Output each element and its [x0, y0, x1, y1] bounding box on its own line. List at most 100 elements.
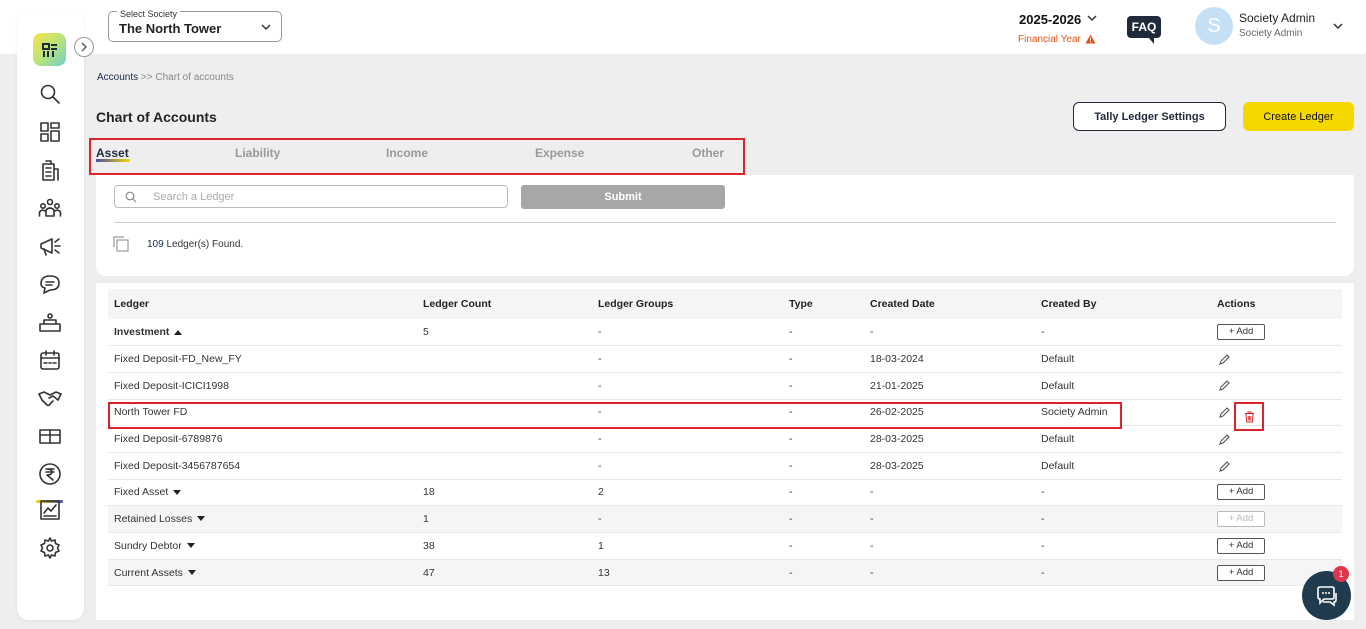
building-icon[interactable] — [37, 157, 62, 182]
created-by: - — [1035, 319, 1211, 347]
sidebar — [17, 13, 84, 620]
column-header: Ledger — [108, 289, 417, 319]
active-tab-indicator — [96, 159, 130, 162]
report-icon[interactable] — [37, 497, 62, 522]
ledger-name: Fixed Deposit-ICICI1998 — [108, 372, 417, 400]
table-row: Fixed Deposit-FD_New_FY - - 18-03-2024 D… — [108, 345, 1342, 373]
edit-icon[interactable] — [1219, 380, 1230, 392]
user-role: Society Admin — [1239, 28, 1303, 39]
chevron-down-icon[interactable] — [1087, 14, 1097, 22]
caret-down-icon[interactable] — [187, 569, 196, 576]
found-text: Ledger(s) Found. — [166, 239, 244, 250]
column-header: Created By — [1035, 289, 1211, 319]
add-button[interactable]: + Add — [1217, 537, 1265, 554]
actions-cell — [1211, 425, 1342, 453]
app-logo-icon[interactable] — [33, 33, 66, 66]
ledger-group-cell[interactable]: Current Assets — [108, 559, 417, 587]
tab-asset[interactable]: Asset — [96, 146, 129, 160]
created-date: - — [864, 479, 1035, 507]
search-icon[interactable] — [37, 81, 62, 106]
society-select-label: Select Society — [117, 9, 181, 19]
members-icon[interactable] — [37, 195, 62, 220]
handshake-icon[interactable] — [37, 385, 62, 410]
trash-icon[interactable] — [1244, 411, 1255, 423]
column-header: Ledger Groups — [592, 289, 783, 319]
announcement-icon[interactable] — [37, 233, 62, 258]
service-icon[interactable] — [37, 309, 62, 334]
chevron-right-icon — [81, 42, 87, 52]
breadcrumb-accounts[interactable]: Accounts — [97, 72, 138, 83]
society-select[interactable]: Select Society The North Tower — [108, 9, 282, 42]
faq-button[interactable]: FAQ — [1127, 16, 1161, 44]
caret-up-icon[interactable] — [174, 329, 183, 336]
edit-icon[interactable] — [1219, 460, 1230, 472]
ledger-name: Sundry Debtor — [114, 539, 182, 552]
ledger-name: Fixed Deposit-6789876 — [108, 425, 417, 453]
actions-cell: + Add — [1211, 319, 1342, 347]
add-button[interactable]: + Add — [1217, 484, 1265, 501]
warning-icon — [1085, 34, 1096, 44]
created-by: Default — [1035, 345, 1211, 373]
ledger-count: 1 — [417, 505, 592, 533]
submit-button[interactable]: Submit — [521, 185, 725, 209]
ledger-type: - — [783, 505, 864, 533]
edit-icon[interactable] — [1219, 353, 1230, 365]
ledger-type: - — [783, 319, 864, 347]
ledger-group-cell[interactable]: Retained Losses — [108, 505, 417, 533]
rupee-icon[interactable] — [37, 461, 62, 486]
add-button-disabled[interactable]: + Add — [1217, 511, 1265, 528]
ledger-type: - — [783, 372, 864, 400]
financial-year-label: Financial Year — [1018, 34, 1081, 45]
search-input[interactable] — [153, 189, 493, 205]
ledger-groups: 1 — [592, 532, 783, 560]
ledger-type: - — [783, 452, 864, 480]
ledger-count: 47 — [417, 559, 592, 587]
edit-icon[interactable] — [1219, 407, 1230, 418]
chat-icon[interactable] — [37, 271, 62, 296]
ledger-groups: 2 — [592, 479, 783, 507]
ledger-groups: - — [592, 372, 783, 400]
chevron-down-icon[interactable] — [1332, 22, 1344, 31]
created-date: - — [864, 532, 1035, 560]
ledger-name: Investment — [114, 326, 170, 339]
caret-down-icon[interactable] — [186, 543, 195, 549]
edit-icon[interactable] — [1219, 434, 1230, 445]
add-button[interactable]: + Add — [1217, 564, 1265, 581]
ledger-type: - — [783, 425, 864, 453]
tally-ledger-settings-button[interactable]: Tally Ledger Settings — [1073, 102, 1226, 131]
ledger-count: 38 — [417, 532, 592, 560]
tab-income[interactable]: Income — [386, 146, 428, 160]
financial-year-value[interactable]: 2025-2026 — [1019, 12, 1081, 27]
actions-cell — [1211, 372, 1342, 400]
column-header: Ledger Count — [417, 289, 592, 319]
user-name: Society Admin — [1239, 11, 1316, 25]
parking-icon[interactable] — [37, 423, 62, 448]
tab-other[interactable]: Other — [692, 146, 724, 160]
settings-icon[interactable] — [37, 535, 62, 560]
caret-down-icon[interactable] — [173, 489, 182, 496]
calendar-icon[interactable] — [37, 347, 62, 372]
ledger-name: Fixed Deposit-3456787654 — [108, 452, 417, 480]
ledger-name: Fixed Deposit-FD_New_FY — [108, 345, 417, 373]
created-by: - — [1035, 559, 1211, 587]
sidebar-toggle-button[interactable] — [74, 37, 94, 57]
tab-liability[interactable]: Liability — [235, 146, 280, 160]
dashboard-icon[interactable] — [37, 119, 62, 144]
tab-expense[interactable]: Expense — [535, 146, 584, 160]
search-box[interactable] — [114, 185, 508, 208]
ledger-type: - — [783, 532, 864, 560]
created-date: - — [864, 319, 1035, 347]
ledger-groups: - — [592, 505, 783, 533]
ledger-group-cell[interactable]: Sundry Debtor — [108, 532, 417, 560]
ledger-group-cell[interactable]: Investment — [108, 319, 417, 347]
add-button[interactable]: + Add — [1217, 324, 1265, 341]
ledger-name: Retained Losses — [114, 513, 193, 526]
ledger-group-cell[interactable]: Fixed Asset — [108, 479, 417, 507]
ledger-table-panel: Ledger Ledger Count Ledger Groups Type C… — [96, 283, 1354, 620]
actions-cell: + Add — [1211, 505, 1342, 533]
avatar[interactable]: S — [1195, 7, 1233, 45]
create-ledger-button[interactable]: Create Ledger — [1243, 102, 1354, 131]
created-by: - — [1035, 479, 1211, 507]
table-row: Fixed Deposit-ICICI1998 - - 21-01-2025 D… — [108, 372, 1342, 400]
caret-down-icon[interactable] — [197, 516, 206, 522]
